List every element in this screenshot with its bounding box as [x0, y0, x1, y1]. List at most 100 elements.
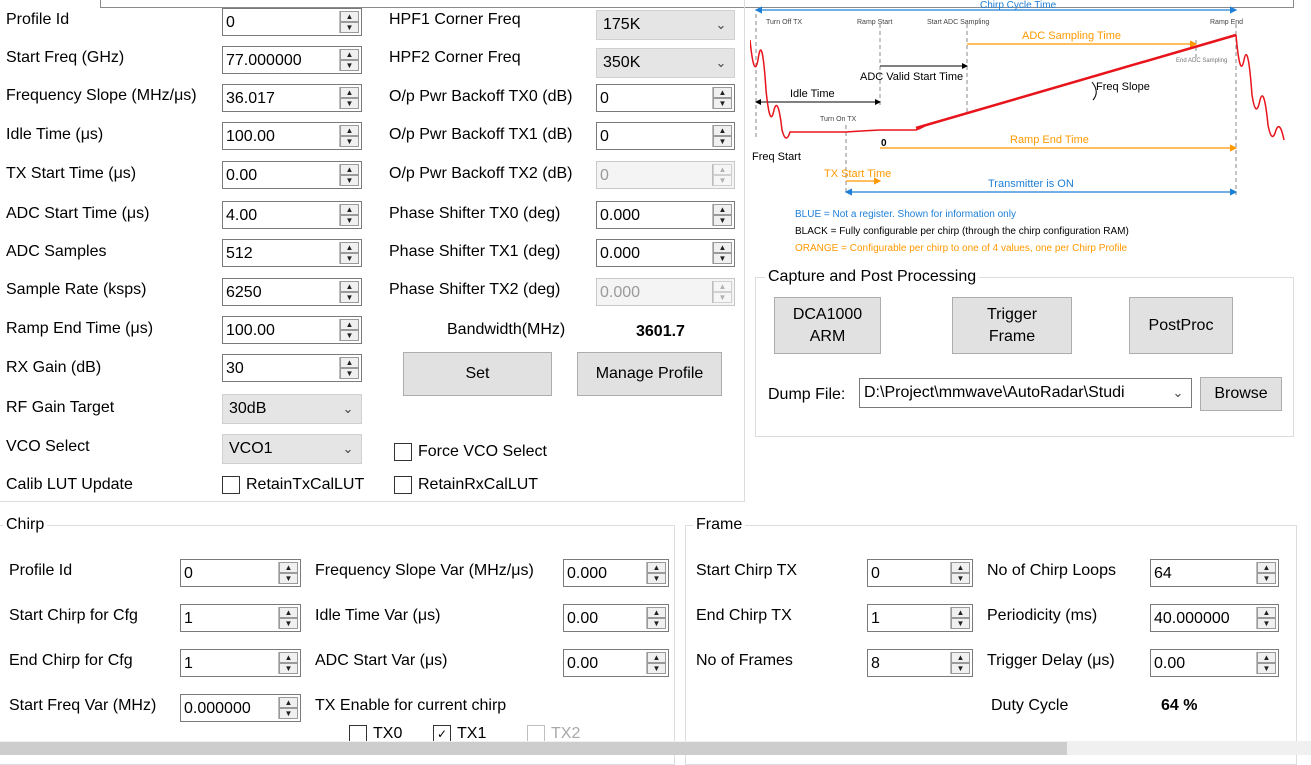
freq-slope-var-spinner[interactable]: 0.000 ▲ ▼	[563, 559, 669, 587]
spin-buttons[interactable]: ▲ ▼	[646, 652, 666, 674]
force-vco-checkbox[interactable]: Force VCO Select	[394, 443, 547, 461]
spin-buttons[interactable]: ▲ ▼	[339, 87, 359, 109]
periodicity-spinner[interactable]: 40.000000 ▲ ▼	[1150, 604, 1279, 632]
spin-buttons[interactable]: ▲ ▼	[1256, 562, 1276, 584]
start-chirp-cfg-spinner[interactable]: 1 ▲ ▼	[180, 604, 301, 632]
spin-buttons[interactable]: ▲ ▼	[646, 562, 666, 584]
spin-buttons[interactable]: ▲ ▼	[339, 164, 359, 186]
spin-down-icon[interactable]: ▼	[1257, 618, 1276, 629]
phase-shifter-tx0-spinner[interactable]: 0.000 ▲ ▼	[596, 201, 735, 229]
spin-down-icon[interactable]: ▼	[340, 60, 359, 71]
spin-down-icon[interactable]: ▼	[279, 573, 298, 584]
freq-slope-spinner[interactable]: 36.017 ▲ ▼	[222, 84, 362, 112]
spin-buttons[interactable]: ▲ ▼	[712, 204, 732, 226]
spin-buttons[interactable]: ▲ ▼	[646, 607, 666, 629]
spin-down-icon[interactable]: ▼	[279, 663, 298, 674]
checkbox-box[interactable]	[394, 443, 412, 461]
scrollbar-thumb[interactable]	[0, 742, 1067, 755]
adc-start-var-spinner[interactable]: 0.00 ▲ ▼	[563, 649, 669, 677]
spin-down-icon[interactable]: ▼	[279, 618, 298, 629]
vco-select-dropdown[interactable]: VCO1 ⌄	[222, 434, 362, 464]
spin-down-icon[interactable]: ▼	[340, 292, 359, 303]
trigger-frame-button[interactable]: Trigger Frame	[952, 297, 1072, 354]
spin-buttons[interactable]: ▲ ▼	[712, 125, 732, 147]
phase-shifter-tx1-spinner[interactable]: 0.000 ▲ ▼	[596, 239, 735, 267]
set-button[interactable]: Set	[403, 352, 552, 396]
pwr-backoff-tx0-spinner[interactable]: 0 ▲ ▼	[596, 84, 735, 112]
spin-buttons[interactable]: ▲ ▼	[339, 204, 359, 226]
spin-down-icon[interactable]: ▼	[1257, 663, 1276, 674]
spin-buttons[interactable]: ▲ ▼	[339, 11, 359, 33]
spin-down-icon[interactable]: ▼	[340, 175, 359, 186]
spin-down-icon[interactable]: ▼	[1257, 573, 1276, 584]
spin-down-icon[interactable]: ▼	[713, 253, 732, 264]
spin-up-icon[interactable]: ▲	[1257, 652, 1276, 663]
spin-up-icon[interactable]: ▲	[951, 607, 970, 618]
spin-buttons[interactable]: ▲ ▼	[950, 652, 970, 674]
spin-up-icon[interactable]: ▲	[647, 562, 666, 573]
spin-up-icon[interactable]: ▲	[340, 357, 359, 368]
spin-up-icon[interactable]: ▲	[279, 607, 298, 618]
end-chirp-cfg-spinner[interactable]: 1 ▲ ▼	[180, 649, 301, 677]
hpf2-select[interactable]: 350K ⌄	[596, 48, 735, 78]
spin-up-icon[interactable]: ▲	[951, 562, 970, 573]
spin-buttons[interactable]: ▲ ▼	[339, 357, 359, 379]
adc-samples-spinner[interactable]: 512 ▲ ▼	[222, 239, 362, 267]
spin-down-icon[interactable]: ▼	[279, 708, 298, 719]
spin-up-icon[interactable]: ▲	[713, 87, 732, 98]
retain-tx-checkbox[interactable]: RetainTxCalLUT	[222, 476, 364, 494]
spin-down-icon[interactable]: ▼	[647, 618, 666, 629]
spin-buttons[interactable]: ▲ ▼	[278, 697, 298, 719]
spin-down-icon[interactable]: ▼	[713, 136, 732, 147]
idle-time-spinner[interactable]: 100.00 ▲ ▼	[222, 122, 362, 150]
spin-up-icon[interactable]: ▲	[340, 125, 359, 136]
spin-buttons[interactable]: ▲ ▼	[339, 281, 359, 303]
spin-buttons[interactable]: ▲ ▼	[339, 242, 359, 264]
browse-button[interactable]: Browse	[1200, 377, 1282, 411]
end-chirp-tx-spinner[interactable]: 1 ▲ ▼	[867, 604, 973, 632]
ramp-end-time-spinner[interactable]: 100.00 ▲ ▼	[222, 316, 362, 344]
postproc-button[interactable]: PostProc	[1129, 297, 1233, 354]
spin-buttons[interactable]: ▲ ▼	[950, 562, 970, 584]
rx-gain-spinner[interactable]: 30 ▲ ▼	[222, 354, 362, 382]
start-freq-spinner[interactable]: 77.000000 ▲ ▼	[222, 46, 362, 74]
spin-up-icon[interactable]: ▲	[713, 125, 732, 136]
hpf1-select[interactable]: 175K ⌄	[596, 10, 735, 40]
chirp-profile-id-spinner[interactable]: 0 ▲ ▼	[180, 559, 301, 587]
spin-down-icon[interactable]: ▼	[340, 98, 359, 109]
trigger-delay-spinner[interactable]: 0.00 ▲ ▼	[1150, 649, 1279, 677]
spin-up-icon[interactable]: ▲	[340, 49, 359, 60]
spin-buttons[interactable]: ▲ ▼	[712, 242, 732, 264]
spin-down-icon[interactable]: ▼	[340, 215, 359, 226]
spin-buttons[interactable]: ▲ ▼	[278, 652, 298, 674]
spin-up-icon[interactable]: ▲	[340, 281, 359, 292]
spin-down-icon[interactable]: ▼	[951, 618, 970, 629]
rf-gain-target-select[interactable]: 30dB ⌄	[222, 394, 362, 424]
no-of-frames-spinner[interactable]: 8 ▲ ▼	[867, 649, 973, 677]
pwr-backoff-tx1-spinner[interactable]: 0 ▲ ▼	[596, 122, 735, 150]
spin-up-icon[interactable]: ▲	[647, 652, 666, 663]
spin-down-icon[interactable]: ▼	[340, 330, 359, 341]
adc-start-time-spinner[interactable]: 4.00 ▲ ▼	[222, 201, 362, 229]
spin-up-icon[interactable]: ▲	[1257, 562, 1276, 573]
spin-down-icon[interactable]: ▼	[951, 663, 970, 674]
spin-up-icon[interactable]: ▲	[340, 319, 359, 330]
spin-up-icon[interactable]: ▲	[647, 607, 666, 618]
spin-up-icon[interactable]: ▲	[713, 242, 732, 253]
spin-buttons[interactable]: ▲ ▼	[339, 319, 359, 341]
start-chirp-tx-spinner[interactable]: 0 ▲ ▼	[867, 559, 973, 587]
spin-buttons[interactable]: ▲ ▼	[278, 562, 298, 584]
spin-up-icon[interactable]: ▲	[279, 697, 298, 708]
dump-file-select[interactable]: D:\Project\mmwave\AutoRadar\Studi ⌄	[859, 378, 1192, 408]
dca1000-arm-button[interactable]: DCA1000 ARM	[774, 297, 881, 354]
manage-profile-button[interactable]: Manage Profile	[577, 352, 722, 396]
horizontal-scrollbar[interactable]	[0, 741, 1311, 755]
start-freq-var-spinner[interactable]: 0.000000 ▲ ▼	[180, 694, 301, 722]
spin-down-icon[interactable]: ▼	[340, 136, 359, 147]
spin-up-icon[interactable]: ▲	[951, 652, 970, 663]
profile-id-spinner[interactable]: 0 ▲ ▼	[222, 8, 362, 36]
spin-down-icon[interactable]: ▼	[713, 215, 732, 226]
spin-buttons[interactable]: ▲ ▼	[339, 125, 359, 147]
spin-buttons[interactable]: ▲ ▼	[950, 607, 970, 629]
spin-down-icon[interactable]: ▼	[647, 573, 666, 584]
